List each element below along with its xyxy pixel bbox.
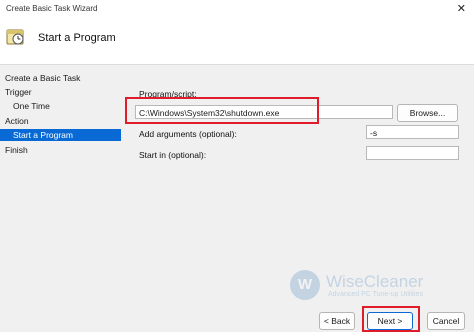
start-in-field[interactable]: [366, 146, 459, 160]
add-arguments-label: Add arguments (optional):: [139, 129, 237, 139]
task-clock-icon: [6, 28, 26, 46]
title-bar: Create Basic Task Wizard ✕: [0, 0, 474, 18]
watermark-brand: WiseCleaner: [326, 272, 424, 291]
highlight-box-program: [125, 97, 319, 124]
highlight-box-next: [362, 306, 420, 332]
add-arguments-field[interactable]: -s: [366, 125, 459, 139]
wizard-header: Start a Program: [0, 18, 474, 65]
sidebar-item-action: Action: [5, 116, 29, 126]
window-title: Create Basic Task Wizard: [6, 4, 98, 13]
sidebar-item-trigger: Trigger: [5, 87, 32, 97]
watermark-w-icon: W: [290, 270, 320, 300]
start-in-label: Start in (optional):: [139, 150, 207, 160]
sidebar-item-start-a-program: Start a Program: [0, 129, 121, 141]
browse-button[interactable]: Browse...: [397, 104, 458, 122]
sidebar-item-finish: Finish: [5, 145, 28, 155]
cancel-button[interactable]: Cancel: [427, 312, 465, 330]
sidebar-item-one-time: One Time: [13, 101, 50, 111]
watermark-tagline: Advanced PC Tune-up Utilities: [328, 291, 423, 298]
close-icon[interactable]: ✕: [457, 2, 466, 15]
back-button[interactable]: < Back: [319, 312, 355, 330]
page-title: Start a Program: [38, 32, 116, 44]
sidebar-item-create-basic-task: Create a Basic Task: [5, 73, 81, 83]
